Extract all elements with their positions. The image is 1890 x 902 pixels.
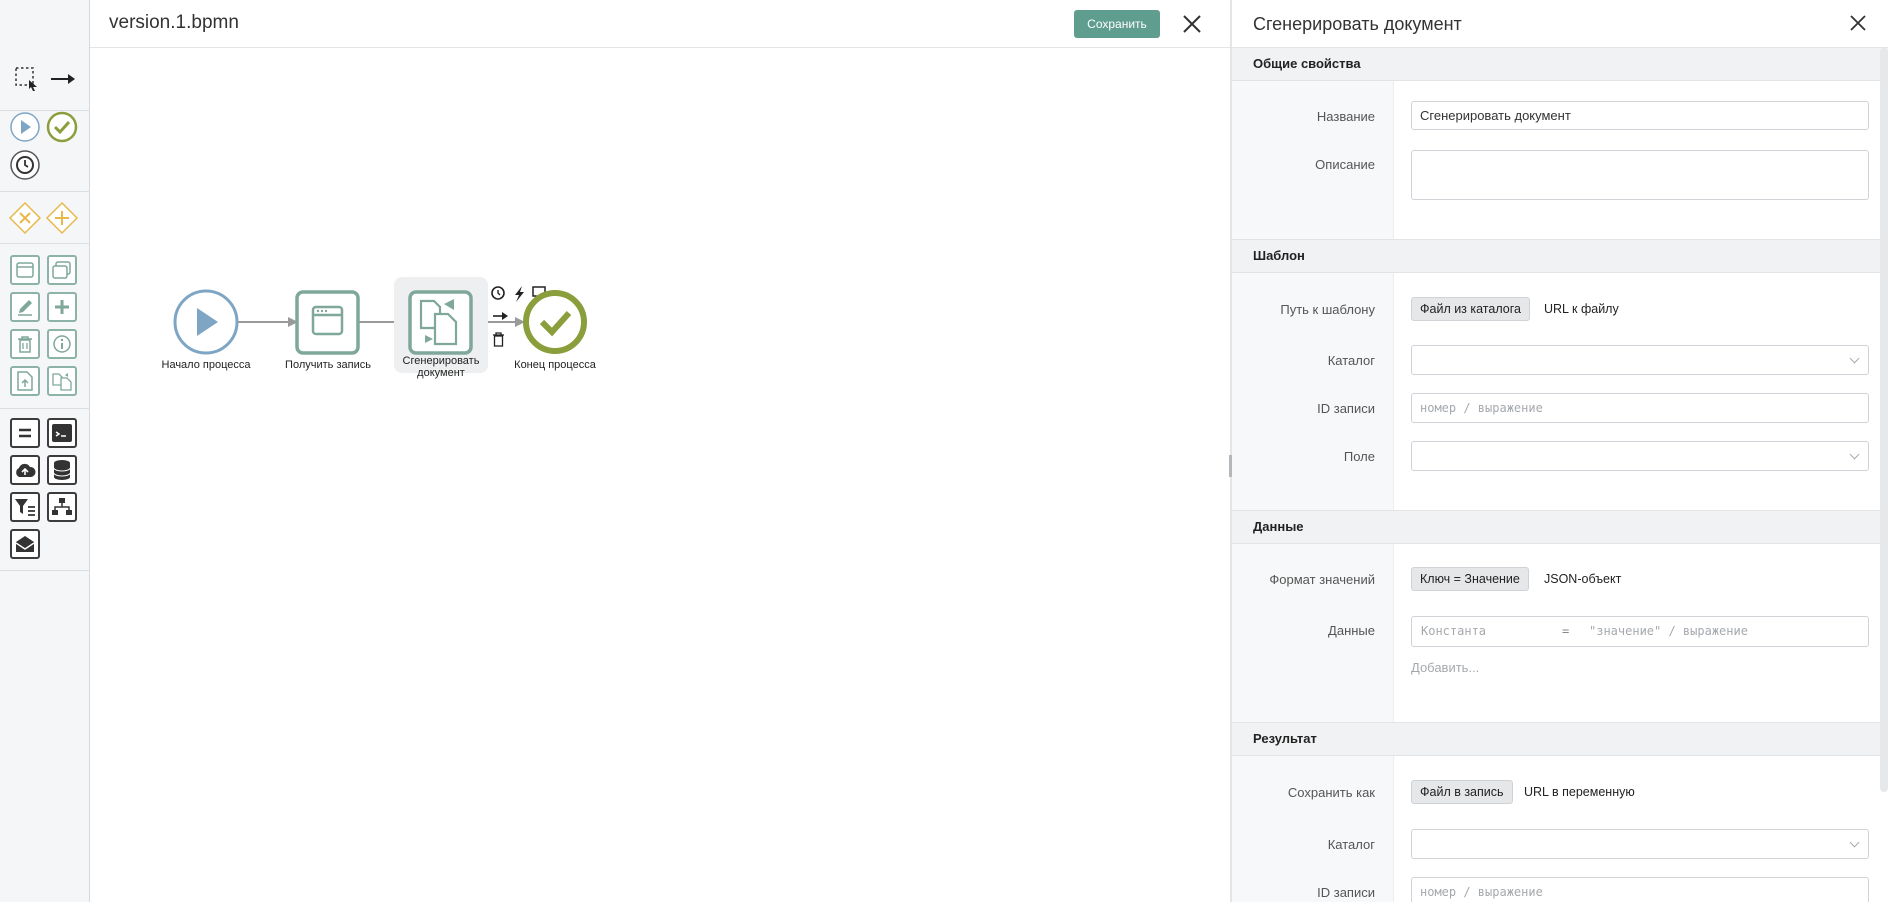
- name-label: Название: [1316, 109, 1375, 124]
- description-label: Описание: [1315, 157, 1375, 172]
- bpmn-editor: version.1.bpmn Сохранить Начало процесса…: [0, 0, 1890, 902]
- section-general-header[interactable]: Общие свойства: [1232, 47, 1888, 81]
- file-name: version.1.bpmn: [109, 12, 239, 33]
- save-button[interactable]: Сохранить: [1074, 10, 1160, 38]
- save-url-to-variable-toggle[interactable]: URL в переменную: [1524, 780, 1635, 804]
- result-record-label: ID записи: [1317, 885, 1375, 900]
- node-label-end: Конец процесса: [514, 359, 596, 371]
- template-from-catalog-toggle[interactable]: Файл из каталога: [1411, 297, 1530, 321]
- section-general: Название Сгенерировать документ Описание: [1232, 81, 1888, 239]
- create-record-icon[interactable]: [47, 292, 77, 322]
- format-json-toggle[interactable]: JSON-объект: [1544, 567, 1621, 591]
- node-label-get-record: Получить запись: [285, 359, 371, 371]
- template-path-label: Путь к шаблону: [1280, 302, 1375, 317]
- diagram-canvas[interactable]: Начало процесса Получить запись Сгенерир…: [90, 48, 1230, 902]
- upload-file-icon[interactable]: [10, 366, 40, 396]
- properties-panel: Сгенерировать документ Общие свойства На…: [1232, 0, 1890, 902]
- send-mail-icon[interactable]: [10, 529, 40, 559]
- script-icon[interactable]: [47, 418, 77, 448]
- start-event-icon[interactable]: [9, 111, 41, 143]
- connect-tool-icon[interactable]: [48, 64, 78, 94]
- data-value-input[interactable]: "значение" / выражение: [1589, 617, 1748, 645]
- cloud-upload-icon[interactable]: [10, 455, 40, 485]
- section-template-header[interactable]: Шаблон: [1232, 239, 1888, 273]
- generate-document-icon[interactable]: [47, 366, 77, 396]
- diagram-svg: [173, 277, 587, 373]
- section-data: Формат значений Ключ = Значение JSON-объ…: [1232, 544, 1888, 722]
- database-icon[interactable]: [47, 455, 77, 485]
- context-timer-icon[interactable]: [491, 286, 505, 300]
- template-record-label: ID записи: [1317, 401, 1375, 416]
- description-field[interactable]: [1411, 150, 1869, 200]
- template-record-input[interactable]: номер / выражение: [1411, 393, 1869, 423]
- panel-scrollbar[interactable]: [1880, 48, 1888, 792]
- data-label: Данные: [1328, 623, 1375, 638]
- edit-record-icon[interactable]: [10, 292, 40, 322]
- panel-title: Сгенерировать документ: [1253, 14, 1462, 34]
- add-data-link[interactable]: Добавить...: [1411, 660, 1479, 675]
- section-result: Сохранить как Файл в запись URL в переме…: [1232, 756, 1888, 902]
- assign-icon[interactable]: [10, 418, 40, 448]
- node-label-generate: Сгенерировать документ: [402, 355, 480, 379]
- filter-icon[interactable]: [10, 492, 40, 522]
- editor-header: version.1.bpmn Сохранить: [90, 0, 1230, 48]
- end-event-icon[interactable]: [46, 111, 78, 143]
- section-result-header[interactable]: Результат: [1232, 722, 1888, 756]
- section-template: Путь к шаблону Файл из каталога URL к фа…: [1232, 273, 1888, 510]
- result-catalog-label: Каталог: [1327, 837, 1375, 852]
- end-event[interactable]: [523, 290, 587, 354]
- parallel-gateway-icon[interactable]: [45, 201, 79, 235]
- node-label-start: Начало процесса: [161, 359, 251, 371]
- template-field-label: Поле: [1343, 449, 1375, 464]
- exclusive-gateway-icon[interactable]: [8, 201, 42, 235]
- info-icon[interactable]: [47, 329, 77, 359]
- save-file-to-record-toggle[interactable]: Файл в запись: [1411, 780, 1513, 804]
- template-catalog-label: Каталог: [1327, 353, 1375, 368]
- result-record-input[interactable]: номер / выражение: [1411, 877, 1869, 902]
- save-as-label: Сохранить как: [1287, 785, 1375, 800]
- value-format-label: Формат значений: [1269, 572, 1375, 587]
- context-connect-icon[interactable]: [493, 312, 508, 320]
- subprocess-icon[interactable]: [47, 255, 77, 285]
- template-field-select[interactable]: [1411, 441, 1869, 471]
- template-catalog-select[interactable]: [1411, 345, 1869, 375]
- user-task-icon[interactable]: [10, 255, 40, 285]
- section-data-header[interactable]: Данные: [1232, 510, 1888, 544]
- delete-record-icon[interactable]: [10, 329, 40, 359]
- close-icon[interactable]: [1182, 14, 1202, 34]
- close-icon[interactable]: [1849, 14, 1867, 32]
- result-catalog-select[interactable]: [1411, 829, 1869, 859]
- hierarchy-icon[interactable]: [47, 492, 77, 522]
- data-row[interactable]: Константа = "значение" / выражение: [1411, 616, 1869, 647]
- data-key-input[interactable]: Константа: [1421, 617, 1486, 645]
- context-delete-icon[interactable]: [493, 332, 504, 347]
- context-lightning-icon[interactable]: [515, 286, 524, 302]
- lasso-tool-icon[interactable]: [12, 64, 42, 94]
- palette: [0, 0, 90, 902]
- get-record-task[interactable]: [295, 290, 360, 355]
- start-event[interactable]: [173, 289, 239, 355]
- template-url-toggle[interactable]: URL к файлу: [1544, 297, 1619, 321]
- name-field[interactable]: Сгенерировать документ: [1411, 101, 1869, 130]
- data-equals: =: [1562, 624, 1570, 638]
- format-key-value-toggle[interactable]: Ключ = Значение: [1411, 567, 1529, 591]
- timer-event-icon[interactable]: [9, 149, 41, 181]
